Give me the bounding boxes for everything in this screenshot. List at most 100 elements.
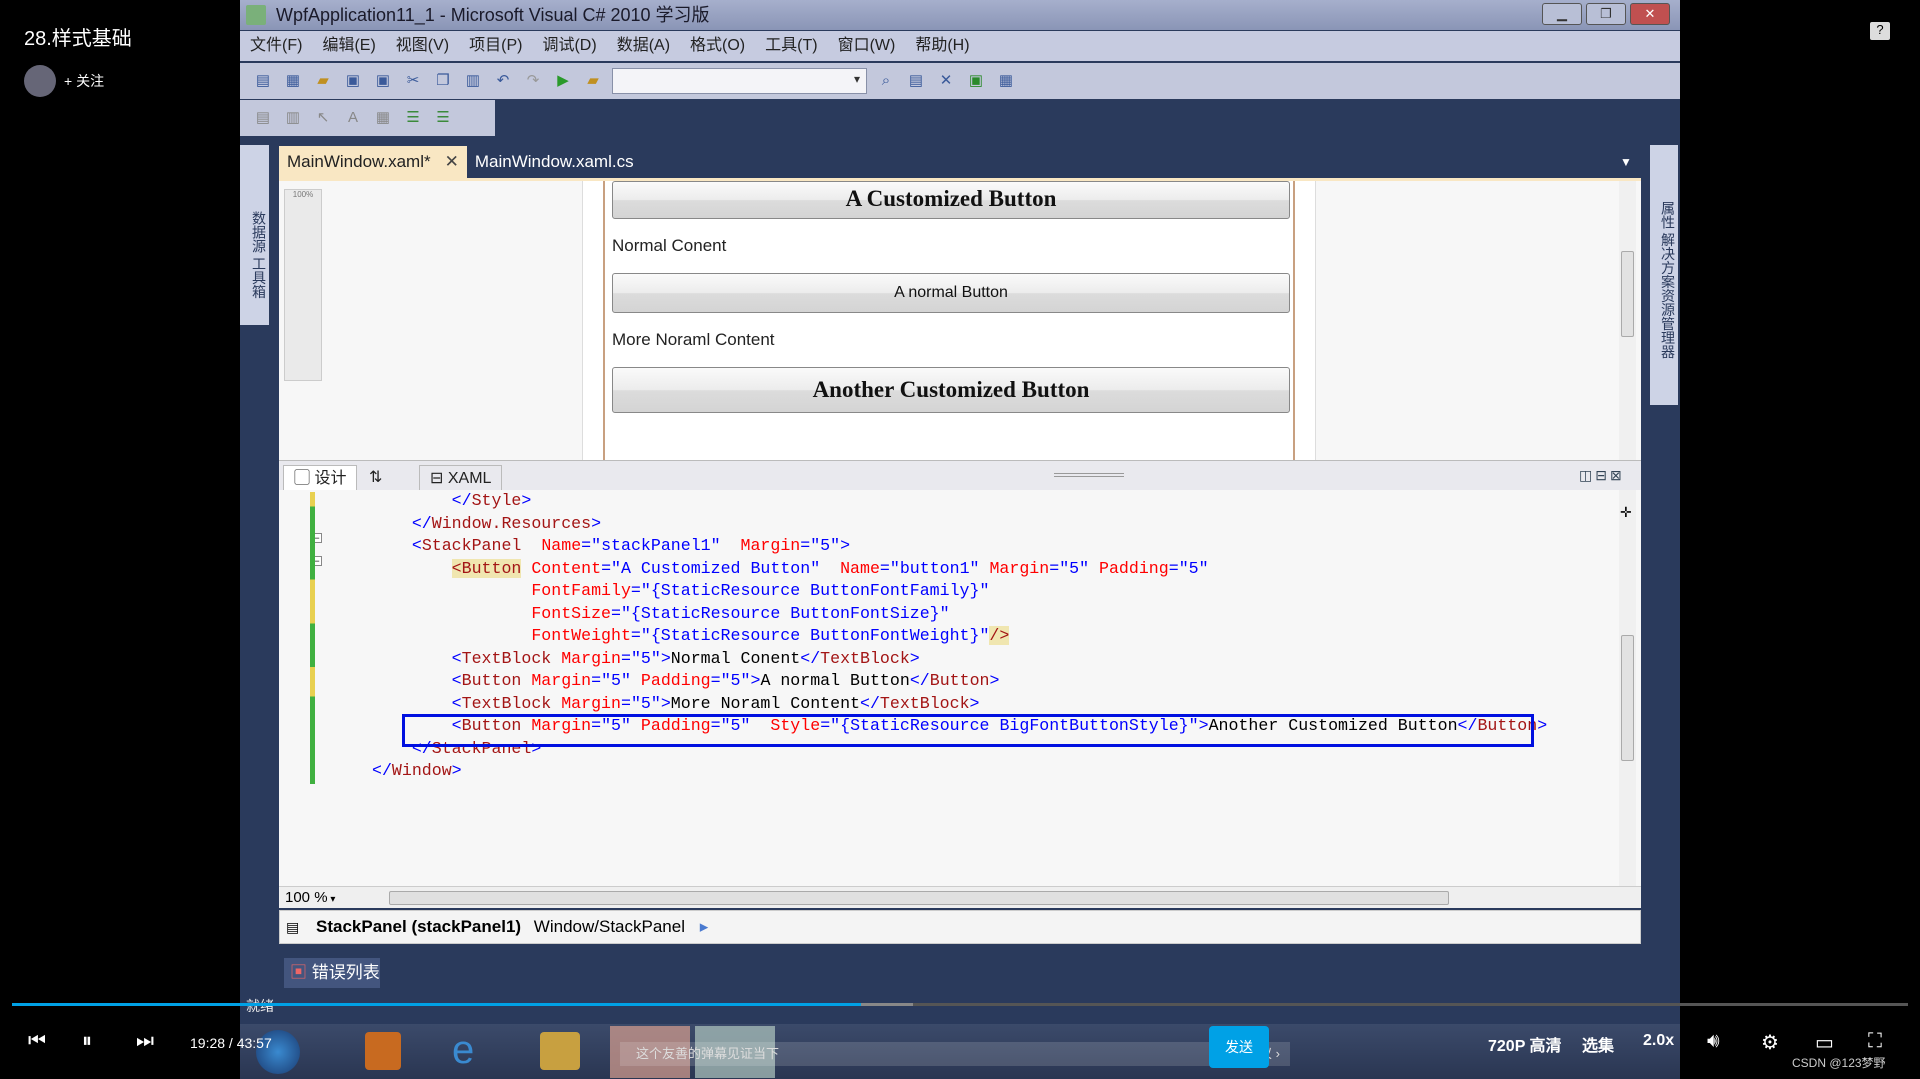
menu-item[interactable]: 视图(V)	[396, 31, 449, 61]
start-page-icon[interactable]: ▣	[965, 70, 987, 92]
splitter-grip[interactable]	[1054, 473, 1124, 477]
tab-design[interactable]: ▢ 设计	[283, 465, 358, 491]
breadcrumb-current[interactable]: StackPanel (stackPanel1)	[316, 917, 521, 936]
size-icon[interactable]: ▥	[282, 107, 304, 129]
explorer-icon[interactable]	[540, 1032, 580, 1070]
scroll-thumb[interactable]	[1621, 251, 1634, 337]
start-debug-icon[interactable]: ▶	[552, 70, 574, 92]
code-line: <TextBlock Margin="5">Normal Conent</Tex…	[372, 648, 1547, 671]
zoom-slider[interactable]: 100%	[284, 189, 322, 381]
code-token: >	[909, 648, 920, 668]
code-token: "5"	[1178, 558, 1209, 578]
menu-item[interactable]: 项目(P)	[469, 31, 522, 61]
change-tracking-bar	[310, 492, 315, 784]
code-token: Content	[521, 558, 602, 578]
save-all-icon[interactable]: ▣	[372, 70, 394, 92]
pip-icon[interactable]: ▭	[1815, 1030, 1834, 1055]
new-project-icon[interactable]: ▤	[252, 70, 274, 92]
error-list-tab[interactable]: ▣ 错误列表	[284, 958, 380, 988]
fullscreen-icon[interactable]: ⛶	[1868, 1030, 1882, 1053]
ie-icon[interactable]: e	[452, 1028, 474, 1073]
layout-icon[interactable]: ▦	[372, 107, 394, 129]
find-in-files-icon[interactable]: ▰	[582, 70, 604, 92]
previous-icon[interactable]: ⏮	[28, 1030, 46, 1053]
code-token: >	[1537, 716, 1548, 735]
breadcrumb-path[interactable]: Window/StackPanel	[534, 917, 685, 936]
design-vertical-scrollbar[interactable]	[1619, 181, 1636, 460]
save-icon[interactable]: ▣	[342, 70, 364, 92]
send-button[interactable]: 发送	[1209, 1026, 1269, 1068]
menu-item[interactable]: 调试(D)	[542, 31, 596, 61]
restore-button[interactable]: ❐	[1586, 3, 1626, 25]
left-tool-strip[interactable]: 数据源 工具箱	[240, 145, 269, 325]
open-icon[interactable]: ▰	[312, 70, 334, 92]
design-label: 设计	[314, 470, 347, 487]
swap-panes-button[interactable]: ⇅	[359, 465, 392, 491]
split-editor-icon[interactable]: ✛	[1620, 504, 1632, 521]
customized-button-preview[interactable]: A Customized Button	[612, 181, 1290, 219]
normal-content-text: Normal Conent	[612, 236, 727, 255]
speed-button[interactable]: 2.0x	[1643, 1032, 1674, 1050]
find-icon[interactable]: ⌕	[875, 70, 897, 92]
code-line: </Window>	[372, 760, 1547, 783]
redo-icon[interactable]: ↷	[522, 70, 544, 92]
breadcrumb: ▤ StackPanel (stackPanel1) Window/StackP…	[279, 910, 1641, 944]
editor-zoom[interactable]: 100 %	[285, 889, 328, 906]
menu-item[interactable]: 格式(O)	[690, 31, 745, 61]
code-token: </	[372, 761, 392, 780]
episodes-button[interactable]: 选集	[1582, 1032, 1614, 1056]
menu-item[interactable]: 数据(A)	[617, 31, 670, 61]
code-token: Padding	[1089, 558, 1169, 578]
code-token: Window	[391, 761, 452, 780]
minimize-button[interactable]: ▁	[1542, 3, 1582, 25]
tab-mainwindow-xaml[interactable]: MainWindow.xaml* ✕	[279, 146, 467, 178]
menu-item[interactable]: 编辑(E)	[322, 31, 375, 61]
close-tab-icon[interactable]: ✕	[445, 152, 459, 171]
breadcrumb-icon: ▤	[286, 919, 300, 935]
tab-dropdown-icon[interactable]: ▼	[1620, 155, 1632, 169]
breadcrumb-arrow-icon[interactable]: ▸	[700, 917, 709, 936]
add-item-icon[interactable]: ▦	[282, 70, 304, 92]
tools-icon[interactable]: ✕	[935, 70, 957, 92]
indent-icon[interactable]: ☰	[402, 107, 424, 129]
volume-icon[interactable]: 🔊︎	[1707, 1030, 1720, 1053]
tab-mainwindow-xaml-cs[interactable]: MainWindow.xaml.cs	[467, 146, 642, 178]
help-icon[interactable]: ?	[1870, 22, 1890, 40]
quality-button[interactable]: 720P 高清	[1488, 1032, 1562, 1056]
video-progress-bar[interactable]	[12, 1003, 1908, 1006]
avatar[interactable]	[24, 65, 56, 97]
text-format-icon[interactable]: A	[342, 107, 364, 129]
code-token: >	[750, 671, 761, 690]
horizontal-scrollbar[interactable]	[389, 891, 1449, 905]
properties-icon[interactable]: ▤	[905, 70, 927, 92]
menu-item[interactable]: 帮助(H)	[915, 31, 969, 61]
undo-icon[interactable]: ↶	[492, 70, 514, 92]
normal-button-preview[interactable]: A normal Button	[612, 273, 1290, 313]
tab-xaml[interactable]: ⊟ XAML	[419, 465, 503, 491]
media-player-icon[interactable]	[365, 1032, 401, 1070]
outdent-icon[interactable]: ☰	[432, 107, 454, 129]
another-customized-button-preview[interactable]: Another Customized Button	[612, 367, 1290, 413]
code-vertical-scrollbar[interactable]: ✛	[1619, 490, 1636, 886]
pointer-icon[interactable]: ↖	[312, 107, 334, 129]
toolbox-icon[interactable]: ▦	[995, 70, 1017, 92]
solution-config-combo[interactable]	[612, 68, 867, 94]
cut-icon[interactable]: ✂	[402, 70, 424, 92]
danmaku-input[interactable]: 这个友善的弹幕见证当下 弹幕礼仪 ›	[620, 1042, 1290, 1066]
next-icon[interactable]: ⏭	[136, 1030, 154, 1053]
settings-icon[interactable]: ⚙	[1761, 1030, 1779, 1055]
paste-icon[interactable]: ▥	[462, 70, 484, 92]
menu-item[interactable]: 窗口(W)	[838, 31, 896, 61]
xaml-editor[interactable]: − − </Style> </Window.Resources> <StackP…	[279, 490, 1641, 886]
code-token: A normal Button	[760, 671, 910, 690]
copy-icon[interactable]: ❐	[432, 70, 454, 92]
menu-item[interactable]: 文件(F)	[250, 31, 302, 61]
close-button[interactable]: ✕	[1630, 3, 1670, 25]
align-icon[interactable]: ▤	[252, 107, 274, 129]
pause-icon[interactable]: ⏸	[82, 1030, 92, 1053]
pane-layout-buttons[interactable]: ◫⊟⊠	[1579, 467, 1625, 484]
scroll-thumb[interactable]	[1621, 635, 1634, 761]
follow-button[interactable]: + 关注	[64, 71, 104, 91]
menu-item[interactable]: 工具(T)	[765, 31, 817, 61]
right-tool-strip[interactable]: 属性 解决方案资源管理器	[1650, 145, 1678, 405]
